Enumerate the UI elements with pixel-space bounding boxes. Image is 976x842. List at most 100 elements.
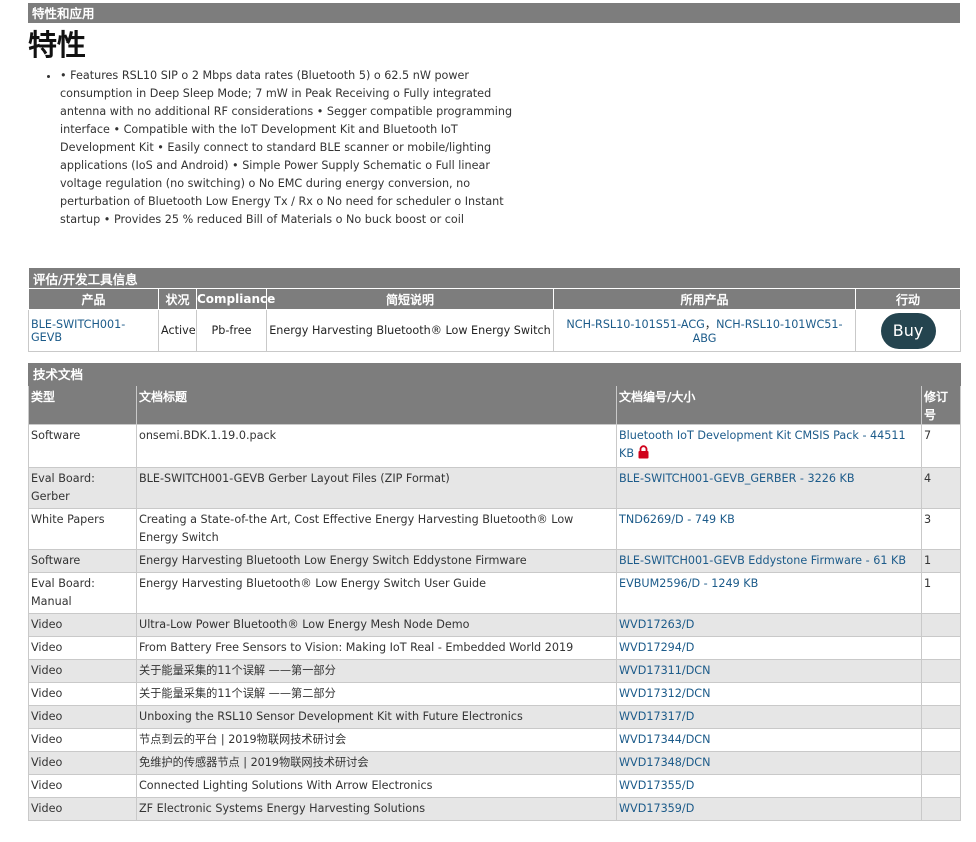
doc-title: Unboxing the RSL10 Sensor Development Ki… xyxy=(136,705,617,729)
doc-title: BLE-SWITCH001-GEVB Gerber Layout Files (… xyxy=(136,467,617,509)
docs-header-row: 类型 文档标题 文档编号/大小 修订号 xyxy=(28,385,962,425)
docs-section-header: 技术文档 xyxy=(27,363,962,386)
doc-type: Software xyxy=(28,424,137,468)
doc-revision xyxy=(920,682,962,706)
table-row: Video 关于能量采集的11个误解 ——第一部分 WVD17311/DCN xyxy=(28,659,962,683)
doc-number-cell: WVD17263/D xyxy=(616,613,922,637)
doc-type: Video xyxy=(28,682,137,706)
table-row: Eval Board: Gerber BLE-SWITCH001-GEVB Ger… xyxy=(28,467,962,509)
description-cell: Energy Harvesting Bluetooth® Low Energy … xyxy=(266,309,554,352)
doc-number-cell: WVD17312/DCN xyxy=(616,682,922,706)
doc-title: Energy Harvesting Bluetooth® Low Energy … xyxy=(136,572,617,614)
doc-type: Software xyxy=(28,549,137,573)
doc-number-cell: BLE-SWITCH001-GEVB Eddystone Firmware - … xyxy=(616,549,922,573)
doc-number-cell: Bluetooth IoT Development Kit CMSIS Pack… xyxy=(616,424,922,468)
col-compliance: Compliance xyxy=(196,288,275,310)
doc-type: Video xyxy=(28,636,137,660)
doc-revision xyxy=(920,613,962,637)
doc-title: onsemi.BDK.1.19.0.pack xyxy=(136,424,617,468)
doc-link[interactable]: WVD17294/D xyxy=(619,641,694,654)
doc-title: 免维护的传感器节点 | 2019物联网技术研讨会 xyxy=(136,751,617,775)
col-type: 类型 xyxy=(28,385,137,425)
doc-link[interactable]: WVD17317/D xyxy=(619,710,694,723)
table-row: Video Connected Lighting Solutions With A… xyxy=(28,774,962,798)
col-status: 状况 xyxy=(158,288,197,310)
table-row: Video ZF Electronic Systems Energy Harves… xyxy=(28,797,962,821)
col-product: 产品 xyxy=(28,288,159,310)
doc-revision xyxy=(920,636,962,660)
product-link[interactable]: BLE-SWITCH001-GEVB xyxy=(31,318,125,344)
table-row: Video 节点到云的平台 | 2019物联网技术研讨会 WVD17344/DCN xyxy=(28,728,962,752)
doc-type: Video xyxy=(28,797,137,821)
status-cell: Active xyxy=(158,309,197,352)
doc-revision: 1 xyxy=(920,549,962,573)
doc-revision: 7 xyxy=(920,424,962,468)
features-item: • Features RSL10 SIP o 2 Mbps data rates… xyxy=(60,67,524,229)
doc-title: 节点到云的平台 | 2019物联网技术研讨会 xyxy=(136,728,617,752)
doc-type: Eval Board: Gerber xyxy=(28,467,137,509)
doc-number-cell: BLE-SWITCH001-GEVB_GERBER - 3226 KB xyxy=(616,467,922,509)
doc-link[interactable]: WVD17359/D xyxy=(619,802,694,815)
separator: ， xyxy=(704,318,717,331)
doc-link[interactable]: WVD17355/D xyxy=(619,779,694,792)
features-section-header: 特性和应用 xyxy=(28,3,960,23)
table-row: Software onsemi.BDK.1.19.0.pack Bluetooth … xyxy=(28,424,962,468)
doc-link[interactable]: WVD17348/DCN xyxy=(619,756,710,769)
col-doc-number: 文档编号/大小 xyxy=(616,385,922,425)
tools-table: 评估/开发工具信息 产品 状况 Compliance 简短说明 所用产品 行动 … xyxy=(27,267,962,352)
lock-icon xyxy=(637,445,650,465)
doc-link[interactable]: WVD17312/DCN xyxy=(619,687,710,700)
doc-title: Ultra-Low Power Bluetooth® Low Energy Me… xyxy=(136,613,617,637)
doc-type: Video xyxy=(28,751,137,775)
doc-title: Connected Lighting Solutions With Arrow … xyxy=(136,774,617,798)
doc-revision: 3 xyxy=(920,508,962,550)
doc-number-cell: WVD17348/DCN xyxy=(616,751,922,775)
compliance-cell: Pb-free xyxy=(196,309,267,352)
used-product-link[interactable]: NCH-RSL10-101WC51-ABG xyxy=(693,318,843,345)
doc-type: Video xyxy=(28,613,137,637)
doc-revision xyxy=(920,774,962,798)
doc-number-cell: WVD17317/D xyxy=(616,705,922,729)
doc-link[interactable]: EVBUM2596/D - 1249 KB xyxy=(619,577,758,590)
doc-link[interactable]: WVD17344/DCN xyxy=(619,733,710,746)
doc-link[interactable]: TND6269/D - 749 KB xyxy=(619,513,735,526)
col-revision: 修订号 xyxy=(920,385,962,425)
doc-type: Video xyxy=(28,774,137,798)
doc-type: Eval Board: Manual xyxy=(28,572,137,614)
doc-revision xyxy=(920,659,962,683)
col-used-products: 所用产品 xyxy=(553,288,856,310)
doc-revision xyxy=(920,751,962,775)
doc-number-cell: WVD17359/D xyxy=(616,797,922,821)
table-row: White Papers Creating a State-of-the Art,… xyxy=(28,508,962,550)
used-product-link[interactable]: NCH-RSL10-101S51-ACG xyxy=(566,318,704,331)
doc-link[interactable]: WVD17311/DCN xyxy=(619,664,710,677)
tools-header-row: 产品 状况 Compliance 简短说明 所用产品 行动 xyxy=(28,288,962,310)
tools-section-header: 评估/开发工具信息 xyxy=(27,267,962,289)
doc-link[interactable]: WVD17263/D xyxy=(619,618,694,631)
doc-number-cell: WVD17355/D xyxy=(616,774,922,798)
doc-title: From Battery Free Sensors to Vision: Mak… xyxy=(136,636,617,660)
table-row: Software Energy Harvesting Bluetooth Low … xyxy=(28,549,962,573)
doc-number-cell: WVD17294/D xyxy=(616,636,922,660)
doc-link[interactable]: Bluetooth IoT Development Kit CMSIS Pack… xyxy=(619,429,906,460)
doc-revision: 1 xyxy=(920,572,962,614)
table-row: Video 关于能量采集的11个误解 ——第二部分 WVD17312/DCN xyxy=(28,682,962,706)
features-list: • Features RSL10 SIP o 2 Mbps data rates… xyxy=(28,67,524,229)
product-cell: BLE-SWITCH001-GEVB xyxy=(28,309,159,352)
table-row: Video From Battery Free Sensors to Vision… xyxy=(28,636,962,660)
doc-link[interactable]: BLE-SWITCH001-GEVB Eddystone Firmware - … xyxy=(619,554,906,567)
doc-type: Video xyxy=(28,728,137,752)
table-row: Eval Board: Manual Energy Harvesting Blue… xyxy=(28,572,962,614)
col-doc-title: 文档标题 xyxy=(136,385,617,425)
doc-type: Video xyxy=(28,705,137,729)
buy-button[interactable]: Buy xyxy=(880,312,936,349)
doc-revision: 4 xyxy=(920,467,962,509)
doc-title: Energy Harvesting Bluetooth Low Energy S… xyxy=(136,549,617,573)
table-row: Video Ultra-Low Power Bluetooth® Low Ener… xyxy=(28,613,962,637)
doc-link[interactable]: BLE-SWITCH001-GEVB_GERBER - 3226 KB xyxy=(619,472,855,485)
doc-revision xyxy=(920,797,962,821)
col-action: 行动 xyxy=(854,288,962,310)
table-row: Video 免维护的传感器节点 | 2019物联网技术研讨会 WVD17348/DC… xyxy=(28,751,962,775)
action-cell: Buy xyxy=(854,309,962,352)
doc-title: ZF Electronic Systems Energy Harvesting … xyxy=(136,797,617,821)
